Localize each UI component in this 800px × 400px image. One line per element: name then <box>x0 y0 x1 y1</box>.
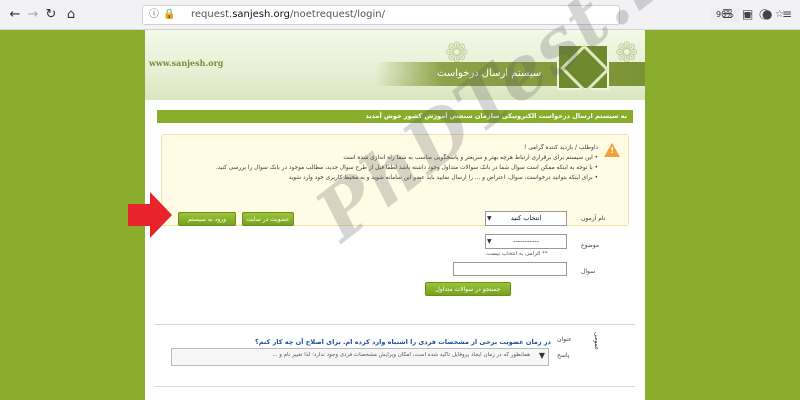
topic-label: موضوع <box>581 242 600 249</box>
forward-icon[interactable]: → <box>24 6 42 24</box>
topic-select[interactable]: ▼ ----------- <box>485 234 567 249</box>
question-label: سوال <box>581 268 596 275</box>
browser-toolbar: ← → ↻ ⌂ ⓘ 🔒 request.sanjesh.org/noetrequ… <box>0 0 800 30</box>
topic-hint: ** الزامی به انتخاب نیست. <box>485 251 548 257</box>
library-icon[interactable]: ☰ <box>722 7 733 21</box>
account-icon[interactable]: ● <box>762 7 772 21</box>
insecure-lock-icon[interactable]: 🔒 <box>163 9 175 21</box>
back-icon[interactable]: ← <box>6 6 24 24</box>
login-button[interactable]: ورود به سیستم <box>178 212 236 226</box>
faq-title-label: عنوان <box>557 336 572 343</box>
reload-icon[interactable]: ↻ <box>42 6 60 24</box>
chevron-down-icon: ▼ <box>487 215 492 222</box>
chevron-down-icon: ▼ <box>538 351 545 360</box>
faq-answer-box[interactable]: ▼ همانطور که در زمان ایجاد پروفایل تاکید… <box>171 348 549 366</box>
menu-icon[interactable]: ≡ <box>782 7 792 21</box>
site-url-text: www.sanjesh.org <box>149 58 224 68</box>
url-text[interactable]: request.sanjesh.org/noetrequest/login/ <box>191 9 385 20</box>
info-icon[interactable]: ⓘ <box>149 9 159 21</box>
exam-label: نام آزمون <box>581 215 606 222</box>
red-arrow-icon <box>128 192 172 238</box>
home-icon[interactable]: ⌂ <box>62 6 80 24</box>
register-button[interactable]: عضویت در سایت <box>242 212 294 226</box>
category-tab[interactable]: عمومی <box>593 332 600 350</box>
chevron-down-icon: ▼ <box>487 238 492 245</box>
faq-answer-label: پاسخ <box>557 352 570 359</box>
sidebar-icon[interactable]: ▣ <box>742 7 753 21</box>
faq-question-link[interactable]: در زمان عضویت برخی از مشخصات فردی را اشت… <box>255 338 551 346</box>
exam-select[interactable]: ▼ انتخاب کنید <box>485 211 567 226</box>
search-faq-button[interactable]: جستجو در سوالات متداول <box>425 282 511 296</box>
question-input[interactable] <box>453 262 567 276</box>
